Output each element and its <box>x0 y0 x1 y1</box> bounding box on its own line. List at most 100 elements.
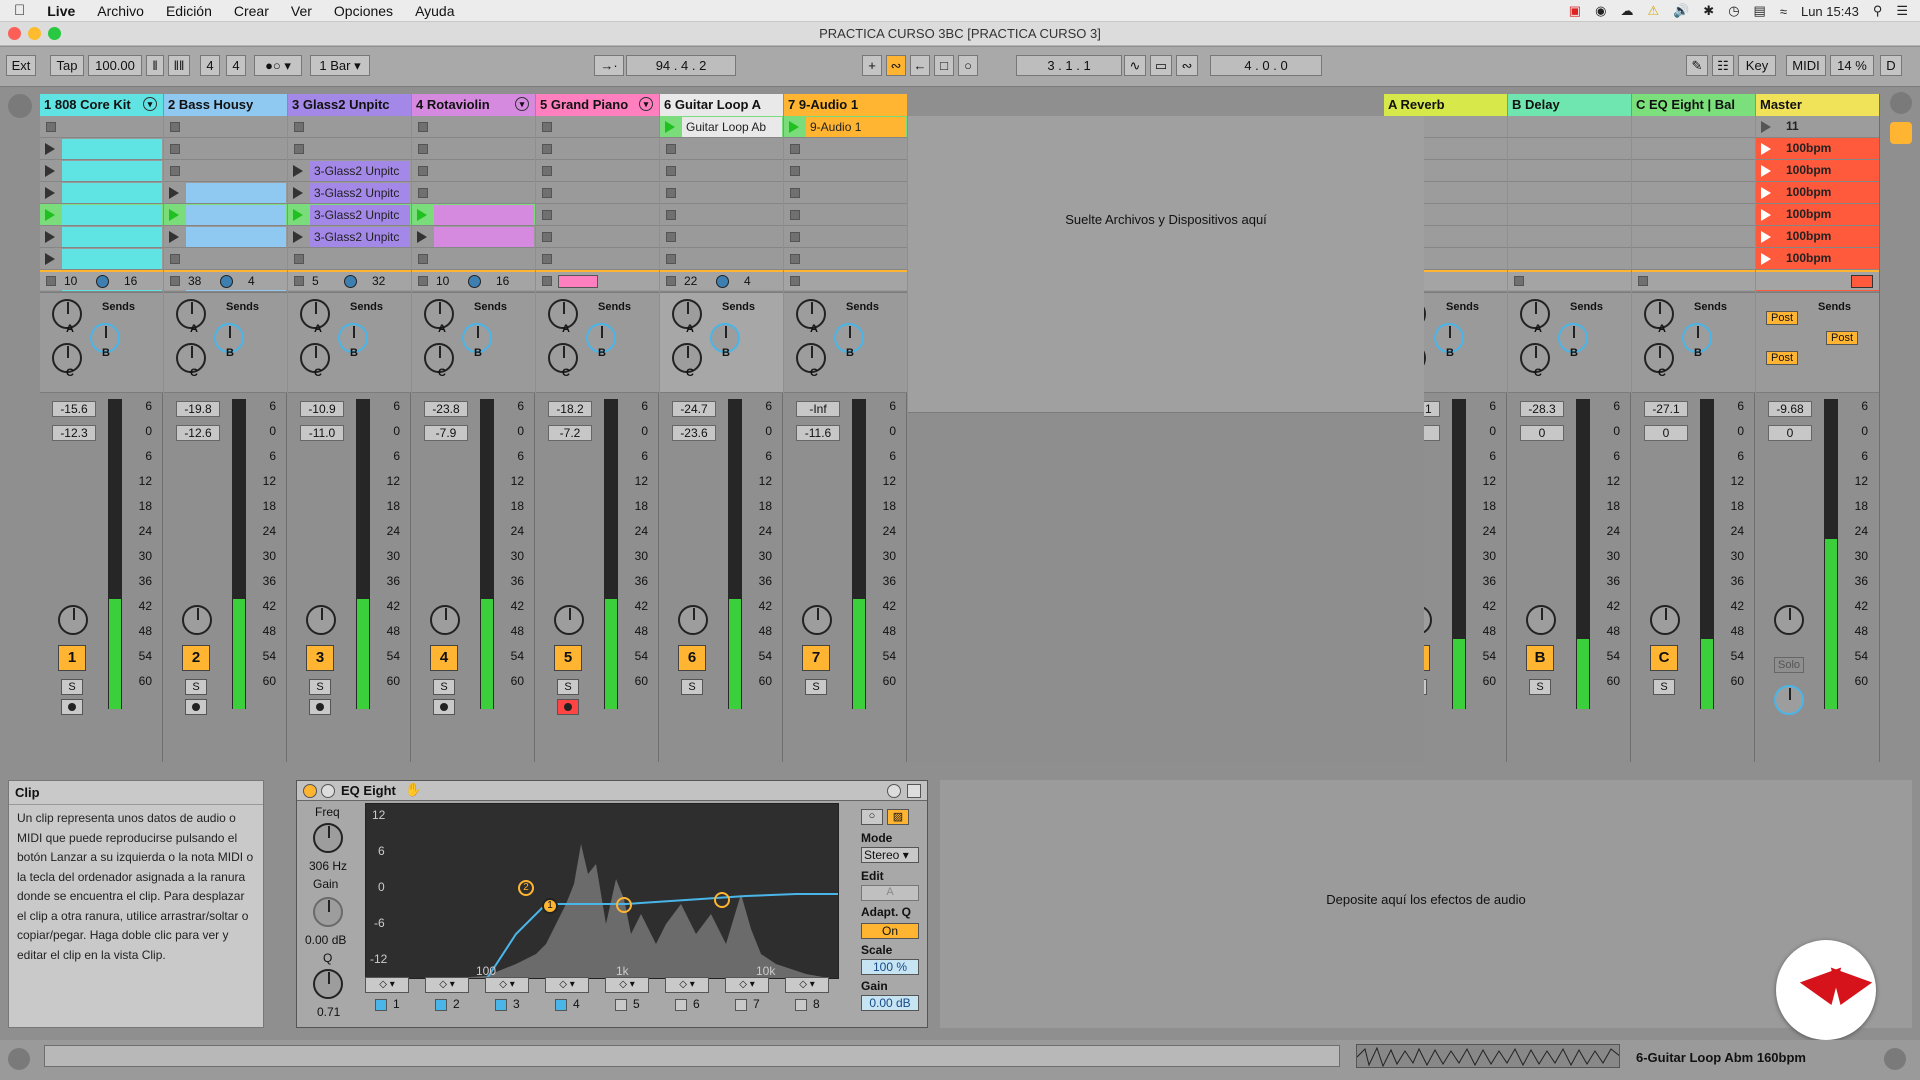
volume-field[interactable]: -23.8 <box>424 401 468 417</box>
quantize-select[interactable]: 1 Bar ▾ <box>310 55 370 76</box>
clip-slot[interactable] <box>660 138 783 160</box>
clip-launch-button[interactable] <box>417 209 427 221</box>
clip-slot[interactable] <box>164 226 287 248</box>
status-right-icon[interactable] <box>1884 1048 1906 1070</box>
track-activator-button[interactable]: 3 <box>306 645 334 671</box>
clip-slot[interactable] <box>1632 182 1755 204</box>
display-icon[interactable]: ▤ <box>1754 3 1766 19</box>
clip-launch-button[interactable] <box>169 187 179 199</box>
arm-button[interactable] <box>433 699 455 715</box>
slot-stop-button[interactable] <box>790 254 800 264</box>
clip-slot[interactable] <box>784 248 907 270</box>
clip-slot[interactable]: 3-Glass2 Unpitc <box>288 226 411 248</box>
clip-slot[interactable] <box>660 226 783 248</box>
track-title[interactable]: 4 Rotaviolin ▾ <box>412 94 535 116</box>
clip[interactable] <box>62 139 162 159</box>
scene-launch-button[interactable] <box>1761 165 1771 177</box>
clip-slot[interactable] <box>1508 160 1631 182</box>
clip[interactable]: 3-Glass2 Unpitc <box>310 161 410 181</box>
track-title[interactable]: 3 Glass2 Unpitc <box>288 94 411 116</box>
clip-launch-button[interactable] <box>45 209 55 221</box>
scene-launch-button[interactable] <box>1761 209 1771 221</box>
clip-launch-button[interactable] <box>45 187 55 199</box>
scene-slot[interactable]: 100bpm <box>1756 182 1879 204</box>
pan-knob[interactable] <box>1526 605 1556 635</box>
pan-field[interactable]: 0 <box>1644 425 1688 441</box>
clip-slot[interactable] <box>164 248 287 270</box>
clip-slot[interactable] <box>1632 138 1755 160</box>
scene-slot[interactable]: 100bpm <box>1756 160 1879 182</box>
solo-button[interactable]: S <box>185 679 207 695</box>
tempo-field[interactable]: 100.00 <box>88 55 142 76</box>
slot-stop-button[interactable] <box>170 122 180 132</box>
volume-field[interactable]: -27.1 <box>1644 401 1688 417</box>
menu-archivo[interactable]: Archivo <box>86 3 155 19</box>
clip-slot[interactable] <box>288 248 411 270</box>
arm-button[interactable] <box>309 699 331 715</box>
slot-stop-button[interactable] <box>666 210 676 220</box>
clip-overview-waveform[interactable] <box>1356 1044 1620 1068</box>
menu-app[interactable]: Live <box>36 3 86 19</box>
slot-stop-button[interactable] <box>170 144 180 154</box>
track-activator-button[interactable]: 2 <box>182 645 210 671</box>
pan-field[interactable]: -11.6 <box>796 425 840 441</box>
nudge-down-button[interactable]: ‖ <box>146 55 164 76</box>
track-title[interactable]: 6 Guitar Loop A <box>660 94 783 116</box>
slot-stop-button[interactable] <box>666 232 676 242</box>
clip-slot[interactable] <box>536 160 659 182</box>
slot-stop-button[interactable] <box>542 144 552 154</box>
slot-stop-button[interactable] <box>542 210 552 220</box>
clip-slot[interactable] <box>1632 226 1755 248</box>
clip-slot[interactable] <box>784 204 907 226</box>
clip-slot[interactable] <box>660 248 783 270</box>
clip-slot[interactable] <box>1508 204 1631 226</box>
volume-field[interactable]: -10.9 <box>300 401 344 417</box>
track-fold-icon[interactable]: ▾ <box>639 97 653 111</box>
eq-graph[interactable]: 12 6 0 -6 -12 100 1k 10k 2 1 <box>365 803 839 979</box>
clip-slot[interactable] <box>536 116 659 138</box>
slot-stop-button[interactable] <box>542 232 552 242</box>
track-activator-button[interactable]: B <box>1526 645 1554 671</box>
band-filter-type-select[interactable]: ◇ ▾ <box>485 977 529 993</box>
track-stop-button[interactable] <box>542 276 552 286</box>
scene-launch-button[interactable] <box>1761 231 1771 243</box>
slot-stop-button[interactable] <box>46 122 56 132</box>
track-activator-button[interactable]: 1 <box>58 645 86 671</box>
session-record-button[interactable]: □ <box>934 55 954 76</box>
headphone-icon[interactable]: ○ <box>861 809 883 825</box>
track-pan-circle[interactable] <box>96 275 109 288</box>
slot-stop-button[interactable] <box>790 166 800 176</box>
pencil-icon[interactable]: ✎ <box>1686 55 1708 76</box>
band-filter-type-select[interactable]: ◇ ▾ <box>545 977 589 993</box>
clip-slot[interactable] <box>164 204 287 226</box>
clip-slot[interactable] <box>784 160 907 182</box>
track-pan-circle[interactable] <box>716 275 729 288</box>
scene-slot[interactable]: 100bpm <box>1756 138 1879 160</box>
arm-button[interactable] <box>61 699 83 715</box>
clip-slot[interactable] <box>784 182 907 204</box>
add-automation-button[interactable]: + <box>862 55 882 76</box>
scene-launch-button[interactable] <box>1761 121 1771 133</box>
adaptq-button[interactable]: On <box>861 923 919 939</box>
clip-launch-button[interactable] <box>293 209 303 221</box>
status-left-icon[interactable] <box>8 1048 30 1070</box>
clip-slot[interactable]: 3-Glass2 Unpitc <box>288 182 411 204</box>
freq-knob[interactable] <box>313 823 343 853</box>
clip-slot[interactable]: 3-Glass2 Unpitc <box>288 160 411 182</box>
minimize-window-button[interactable] <box>28 27 41 40</box>
scene-slot[interactable]: 11 <box>1756 116 1879 138</box>
scene-launch-button[interactable] <box>1761 253 1771 265</box>
tap-tempo-button[interactable]: Tap <box>50 55 84 76</box>
clip-slot[interactable] <box>40 116 163 138</box>
track-activator-button[interactable]: C <box>1650 645 1678 671</box>
slot-stop-button[interactable] <box>294 122 304 132</box>
clip-slot[interactable] <box>164 182 287 204</box>
loop-length-field[interactable]: 4 . 0 . 0 <box>1210 55 1322 76</box>
menu-ayuda[interactable]: Ayuda <box>404 3 465 19</box>
pan-field[interactable]: -23.6 <box>672 425 716 441</box>
clip-slot[interactable] <box>536 182 659 204</box>
slot-stop-button[interactable] <box>666 188 676 198</box>
pan-knob[interactable] <box>1650 605 1680 635</box>
menu-opciones[interactable]: Opciones <box>323 3 404 19</box>
track-activator-button[interactable]: 5 <box>554 645 582 671</box>
